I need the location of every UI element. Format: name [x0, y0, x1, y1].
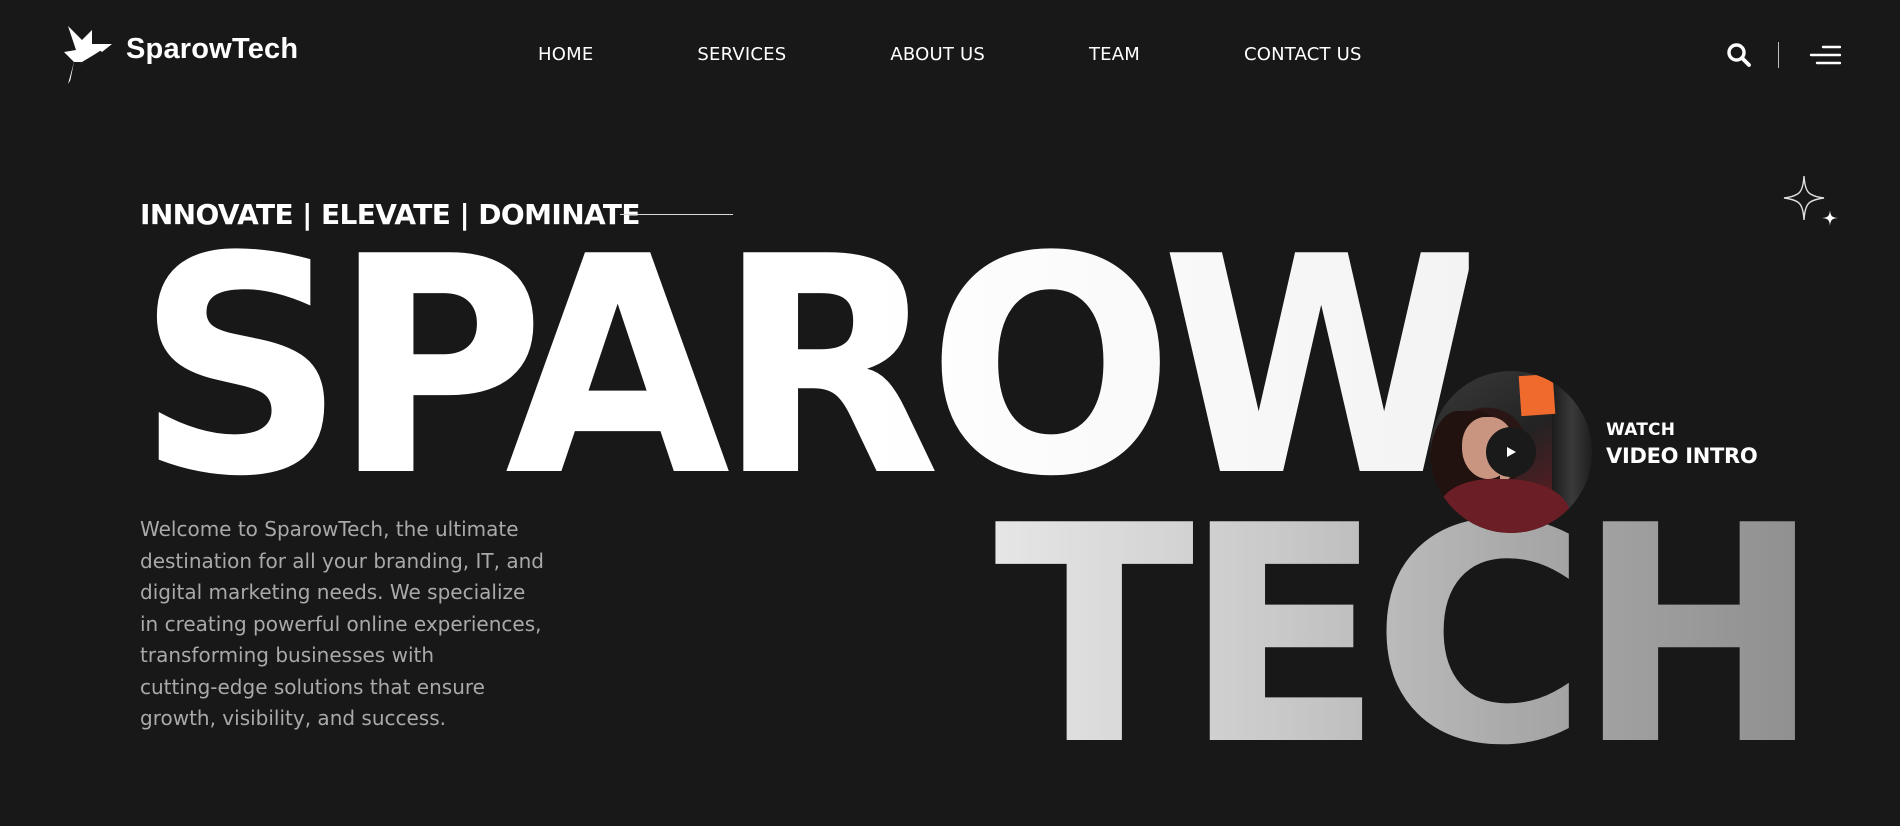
header-tools — [1726, 42, 1841, 68]
video-thumbnail-body — [1440, 479, 1570, 533]
hero-intro-text: Welcome to SparowTech, the ultimate dest… — [140, 517, 544, 730]
nav-home[interactable]: HOME — [538, 44, 593, 65]
hero-headline-tech: TECH — [994, 462, 1822, 811]
header-divider — [1778, 42, 1779, 68]
nav-services[interactable]: SERVICES — [697, 44, 786, 65]
nav-about-us[interactable]: ABOUT US — [890, 44, 985, 65]
nav-team[interactable]: TEAM — [1089, 44, 1140, 65]
play-video-button[interactable] — [1486, 427, 1536, 477]
brand-name: SparowTech — [126, 32, 299, 65]
main-nav: HOME SERVICES ABOUT US TEAM CONTACT US — [538, 44, 1362, 65]
brand-logo[interactable]: SparowTech — [62, 22, 298, 88]
video-intro-label[interactable]: VIDEO INTRO — [1606, 444, 1758, 468]
sparrow-logo-icon — [64, 26, 112, 84]
site-header: SparowTech HOME SERVICES ABOUT US TEAM C… — [0, 0, 1900, 110]
watch-label[interactable]: WATCH — [1606, 420, 1675, 440]
sparkle-icon — [1783, 175, 1838, 226]
page: SparowTech HOME SERVICES ABOUT US TEAM C… — [0, 0, 1900, 826]
hamburger-menu-icon[interactable] — [1809, 43, 1841, 67]
search-icon[interactable] — [1726, 42, 1752, 68]
video-thumbnail-note — [1518, 373, 1556, 417]
play-icon — [1507, 447, 1516, 457]
nav-contact-us[interactable]: CONTACT US — [1244, 44, 1362, 65]
